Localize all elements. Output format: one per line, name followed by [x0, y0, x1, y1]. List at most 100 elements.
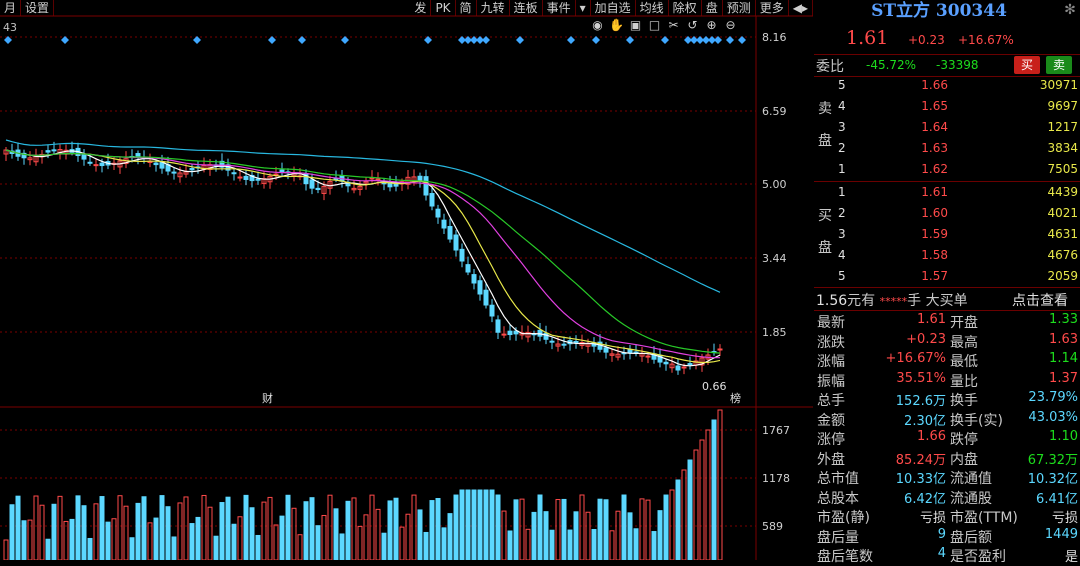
volume-bar: [273, 524, 279, 560]
volume-bar: [129, 537, 135, 560]
order-volume: 7505: [1047, 162, 1078, 176]
volume-bar: [69, 518, 75, 560]
candle-body: [465, 264, 471, 273]
candle-body: [471, 274, 477, 284]
volume-bar: [567, 529, 573, 560]
order-price[interactable]: 1.57: [904, 269, 948, 283]
big-order-price: 1.56: [816, 293, 848, 309]
volume-bar: [135, 502, 141, 560]
ma10-line: [5, 149, 721, 364]
quote-panel: ST立方 300344 ✻ 1.61 +0.23 +16.67% 委比 -45.…: [814, 0, 1080, 565]
volume-bar: [417, 509, 423, 560]
order-level: 5: [838, 78, 846, 92]
view-link[interactable]: 点击查看: [1012, 290, 1068, 310]
volume-bar: [573, 511, 579, 560]
candle-body: [447, 226, 453, 240]
volume-bar: [657, 510, 663, 560]
axis-corner-value: 43: [3, 21, 17, 34]
min-price-label: 0.66: [702, 380, 727, 393]
divider: [814, 181, 1080, 182]
candle-body: [453, 234, 459, 251]
order-price[interactable]: 1.63: [904, 141, 948, 155]
big-order-unit-a: 元有: [847, 293, 876, 309]
volume-tick-label: 1178: [762, 472, 790, 485]
stat-value: 1.61: [917, 312, 946, 327]
event-marker-rank[interactable]: 榜: [730, 391, 741, 405]
candle-body: [687, 363, 693, 366]
order-price[interactable]: 1.60: [904, 206, 948, 220]
price-change: +0.23: [908, 33, 945, 47]
event-diamond[interactable]: [592, 36, 600, 44]
event-diamond[interactable]: [738, 36, 746, 44]
volume-bar: [579, 494, 585, 560]
divider: [814, 54, 1080, 55]
volume-bar: [477, 489, 483, 560]
volume-bar: [615, 510, 621, 560]
candle-body: [237, 176, 243, 179]
event-diamond[interactable]: [268, 36, 276, 44]
volume-bar: [609, 530, 615, 560]
event-diamond[interactable]: [341, 36, 349, 44]
candle-body: [45, 150, 51, 153]
candle-body: [87, 161, 93, 164]
volume-bar: [261, 501, 267, 560]
event-marker-finance[interactable]: 财: [262, 391, 273, 405]
volume-bar: [309, 497, 315, 560]
order-price[interactable]: 1.64: [904, 120, 948, 134]
ma5-line: [5, 149, 721, 367]
event-diamond[interactable]: [661, 36, 669, 44]
stat-value: 1.37: [1049, 370, 1078, 386]
volume-bar: [549, 529, 555, 560]
volume-bar: [9, 504, 15, 560]
sell-button[interactable]: 卖: [1046, 56, 1072, 74]
big-order[interactable]: 1.56元有 *****手 大买单: [816, 290, 968, 310]
event-diamond[interactable]: [567, 36, 575, 44]
volume-bar: [255, 534, 261, 560]
event-diamond[interactable]: [626, 36, 634, 44]
candle-body: [309, 179, 315, 189]
order-price[interactable]: 1.59: [904, 227, 948, 241]
event-diamond[interactable]: [298, 36, 306, 44]
event-diamond[interactable]: [193, 36, 201, 44]
price-tick-label: 6.59: [762, 105, 787, 118]
order-price[interactable]: 1.65: [904, 99, 948, 113]
stat-label: 总手: [817, 393, 845, 409]
order-price[interactable]: 1.66: [904, 78, 948, 92]
last-price: 1.61: [846, 27, 889, 49]
order-price[interactable]: 1.58: [904, 248, 948, 262]
stat-label: 换手(实): [950, 412, 1003, 429]
volume-bar: [33, 495, 39, 560]
volume-bar: [489, 489, 495, 560]
volume-bar: [711, 419, 717, 560]
stat-value: 亏损: [1051, 511, 1078, 526]
volume-bar: [531, 511, 537, 560]
candle-body: [93, 164, 99, 167]
volume-tick-label: 589: [762, 520, 783, 533]
volume-bar: [351, 497, 357, 560]
stat-value: 6.41亿: [1036, 491, 1078, 507]
volume-bar: [459, 489, 465, 560]
stat-value: 4: [937, 546, 946, 561]
candle-body: [81, 153, 87, 160]
kline-chart[interactable]: 8.16 6.59 5.00 3.44 1.85 1767 1178 589 43 0.66 财 榜: [0, 0, 813, 560]
volume-bar: [333, 508, 339, 560]
event-diamond[interactable]: [61, 36, 69, 44]
volume-bar: [561, 498, 567, 560]
event-diamond[interactable]: [516, 36, 524, 44]
volume-bar: [663, 494, 669, 560]
chart-pane[interactable]: 月设置发 PK 简九转 连板 事件 ▾ 加自选 均线 除权盘预测 更多 ◀▸ ◉ ✋ ▣ □ ✂ ↺ ⊕ ⊖ 8.…: [0, 0, 813, 560]
stat-label: 换手: [950, 393, 978, 409]
volume-bar: [357, 525, 363, 560]
volume-bar: [501, 510, 507, 560]
order-price[interactable]: 1.61: [904, 185, 948, 199]
buy-button[interactable]: 买: [1014, 56, 1040, 74]
volume-bar: [15, 495, 21, 560]
volume-bar: [315, 525, 321, 560]
order-price[interactable]: 1.62: [904, 162, 948, 176]
event-diamond[interactable]: [726, 36, 734, 44]
gear-icon[interactable]: ✻: [1062, 2, 1078, 18]
event-diamond[interactable]: [482, 36, 490, 44]
candle-body: [627, 349, 633, 354]
volume-bar: [375, 508, 381, 560]
stat-label: 涨幅: [817, 354, 845, 370]
